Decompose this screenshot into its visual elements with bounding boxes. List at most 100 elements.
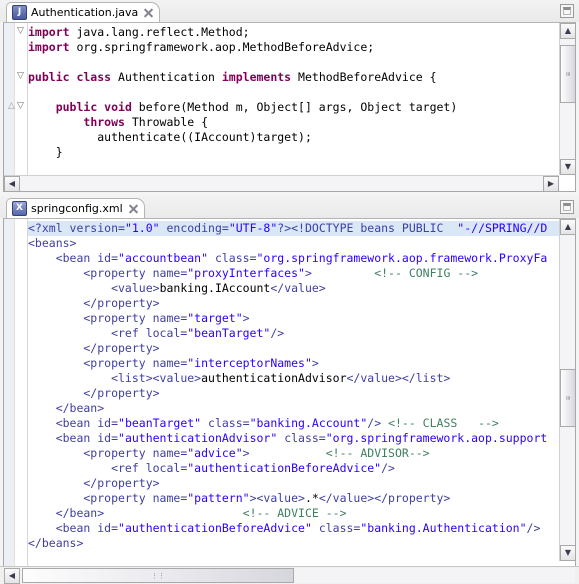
fold-marker-method[interactable]: ▽ bbox=[16, 102, 25, 111]
java-source-code[interactable]: import java.lang.reflect.Method; import o… bbox=[28, 25, 575, 191]
code-token: </value></property> bbox=[318, 491, 451, 505]
tab-authentication-java[interactable]: J Authentication.java bbox=[6, 2, 161, 22]
code-token: <property name= bbox=[28, 311, 188, 325]
xml-vscroll-thumb[interactable]: ≡ bbox=[560, 369, 575, 427]
code-line[interactable]: <bean id="beanTarget" class="banking.Acc… bbox=[28, 416, 575, 431]
xml-horizontal-scrollbar[interactable]: ◀ ⋮⋮ bbox=[0, 566, 579, 584]
code-line[interactable]: </property> bbox=[28, 296, 575, 311]
java-vscroll-thumb[interactable]: ≡ bbox=[560, 45, 575, 103]
code-line[interactable]: </bean> bbox=[28, 401, 575, 416]
scroll-down-arrow[interactable]: ▼ bbox=[560, 545, 575, 561]
scroll-grip: ⋮⋮ bbox=[151, 571, 165, 580]
scroll-grip: ≡ bbox=[564, 71, 572, 77]
scroll-up-arrow[interactable]: ▲ bbox=[560, 23, 575, 39]
code-token: <!-- CLASS --> bbox=[388, 416, 499, 430]
code-line[interactable]: <ref local="authenticationBeforeAdvice"/… bbox=[28, 461, 575, 476]
code-line[interactable]: <value>banking.IAccount</value> bbox=[28, 281, 575, 296]
code-token: "authenticationBeforeAdvice" bbox=[187, 461, 382, 475]
fold-marker-class[interactable]: ▽ bbox=[16, 72, 25, 81]
code-line[interactable]: authenticate((IAccount)target); bbox=[28, 130, 575, 145]
code-token: /> bbox=[381, 461, 395, 475]
code-token: org.springframework.aop.MethodBeforeAdvi… bbox=[69, 40, 375, 54]
scroll-down-arrow[interactable]: ▼ bbox=[560, 159, 575, 175]
code-line[interactable]: <bean id="authenticationBeforeAdvice" cl… bbox=[28, 521, 575, 536]
code-token: Authentication bbox=[111, 70, 222, 84]
code-line[interactable]: </property> bbox=[28, 341, 575, 356]
code-line[interactable]: <bean id="accountbean" class="org.spring… bbox=[28, 251, 575, 266]
java-editor-gutter[interactable]: ▽ ▽ ▽ △ bbox=[4, 23, 28, 191]
code-token: > bbox=[304, 266, 312, 280]
scroll-left-arrow[interactable]: ◀ bbox=[4, 568, 20, 584]
code-token: "target" bbox=[187, 311, 243, 325]
tab-springconfig-xml[interactable]: X springconfig.xml bbox=[6, 198, 145, 218]
java-horizontal-scrollbar[interactable]: ◀ ▶ bbox=[4, 175, 559, 191]
java-editor-area[interactable]: ▽ ▽ ▽ △ import java.lang.reflect.Method;… bbox=[3, 22, 576, 192]
code-token: "beanTarget" bbox=[187, 326, 271, 340]
code-line[interactable]: </property> bbox=[28, 386, 575, 401]
xml-editor-area[interactable]: <?xml version="1.0" encoding="UTF-8"?><!… bbox=[3, 218, 576, 578]
code-line[interactable]: <bean id="authenticationAdvisor" class="… bbox=[28, 431, 575, 446]
tab-title-java: Authentication.java bbox=[31, 6, 139, 19]
maximize-icon[interactable] bbox=[560, 4, 574, 18]
code-line[interactable]: public void before(Method m, Object[] ar… bbox=[28, 100, 575, 115]
java-vertical-scrollbar[interactable]: ▲ ≡ ▼ bbox=[559, 23, 575, 175]
code-token: <beans> bbox=[28, 236, 77, 250]
xml-editor-tabstrip: X springconfig.xml bbox=[0, 196, 579, 218]
xml-hscroll-thumb[interactable]: ⋮⋮ bbox=[22, 568, 294, 583]
code-line[interactable]: import org.springframework.aop.MethodBef… bbox=[28, 40, 575, 55]
java-hscroll-track[interactable] bbox=[20, 176, 543, 191]
code-token: authenticationAdvisor bbox=[201, 371, 347, 385]
code-token: encoding= bbox=[159, 221, 229, 235]
java-file-icon: J bbox=[12, 5, 27, 20]
code-token: public void bbox=[55, 100, 132, 114]
code-line[interactable]: <property name="target"> bbox=[28, 311, 575, 326]
fold-up-marker[interactable]: △ bbox=[7, 102, 16, 111]
code-token: public class bbox=[28, 70, 112, 84]
code-token: <ref local= bbox=[28, 326, 188, 340]
code-token: <property name= bbox=[28, 356, 188, 370]
code-token: <!-- ADVISOR--> bbox=[249, 446, 430, 460]
code-line[interactable]: <beans> bbox=[28, 236, 575, 251]
gutter-annotation-strip bbox=[4, 219, 15, 577]
code-token: import bbox=[28, 25, 70, 39]
code-line[interactable]: } bbox=[28, 145, 575, 160]
code-line[interactable]: <list><value>authenticationAdvisor</valu… bbox=[28, 371, 575, 386]
xml-editor-gutter[interactable] bbox=[4, 219, 28, 577]
code-token: > bbox=[242, 311, 250, 325]
xml-vertical-scrollbar[interactable]: ▲ ≡ ▼ bbox=[559, 219, 575, 561]
code-line[interactable]: </bean> <!-- ADVICE --> bbox=[28, 506, 575, 521]
code-token: "pattern" bbox=[187, 491, 250, 505]
scroll-left-arrow[interactable]: ◀ bbox=[4, 176, 20, 191]
code-line[interactable]: <property name="pattern"><value>.*</valu… bbox=[28, 491, 575, 506]
code-token: </property> bbox=[28, 296, 160, 310]
code-line[interactable]: public class Authentication implements M… bbox=[28, 70, 575, 85]
code-line[interactable]: <?xml version="1.0" encoding="UTF-8"?><!… bbox=[28, 221, 575, 236]
code-token: class= bbox=[208, 251, 257, 265]
maximize-icon[interactable] bbox=[560, 200, 574, 214]
code-line[interactable] bbox=[28, 85, 575, 100]
close-icon[interactable] bbox=[142, 6, 155, 19]
code-line[interactable]: <property name="interceptorNames"> bbox=[28, 356, 575, 371]
scroll-up-arrow[interactable]: ▲ bbox=[560, 219, 575, 235]
code-token: "org.springframework.aop.framework.Proxy… bbox=[256, 251, 548, 265]
code-token: implements bbox=[221, 70, 292, 84]
code-line[interactable]: <property name="proxyInterfaces"> <!-- C… bbox=[28, 266, 575, 281]
code-line[interactable]: <ref local="beanTarget"/> bbox=[28, 326, 575, 341]
code-token: /> bbox=[270, 326, 285, 340]
code-token: <list><value> bbox=[28, 371, 202, 385]
xml-source-code[interactable]: <?xml version="1.0" encoding="UTF-8"?><!… bbox=[28, 221, 575, 577]
code-line[interactable]: </beans> bbox=[28, 536, 575, 551]
fold-marker-import[interactable]: ▽ bbox=[16, 27, 25, 36]
scroll-right-arrow[interactable]: ▶ bbox=[543, 176, 559, 191]
code-line[interactable]: </property> bbox=[28, 476, 575, 491]
code-token: <?xml version= bbox=[28, 221, 125, 235]
code-line[interactable]: throws Throwable { bbox=[28, 115, 575, 130]
code-token: MethodBeforeAdvice { bbox=[291, 70, 437, 84]
close-icon[interactable] bbox=[127, 202, 140, 215]
code-token: <bean id= bbox=[28, 416, 119, 430]
code-token: <bean id= bbox=[28, 431, 119, 445]
code-line[interactable] bbox=[28, 55, 575, 70]
code-line[interactable]: import java.lang.reflect.Method; bbox=[28, 25, 575, 40]
code-token: Throwable { bbox=[124, 115, 209, 129]
code-line[interactable]: <property name="advice"> <!-- ADVISOR--> bbox=[28, 446, 575, 461]
